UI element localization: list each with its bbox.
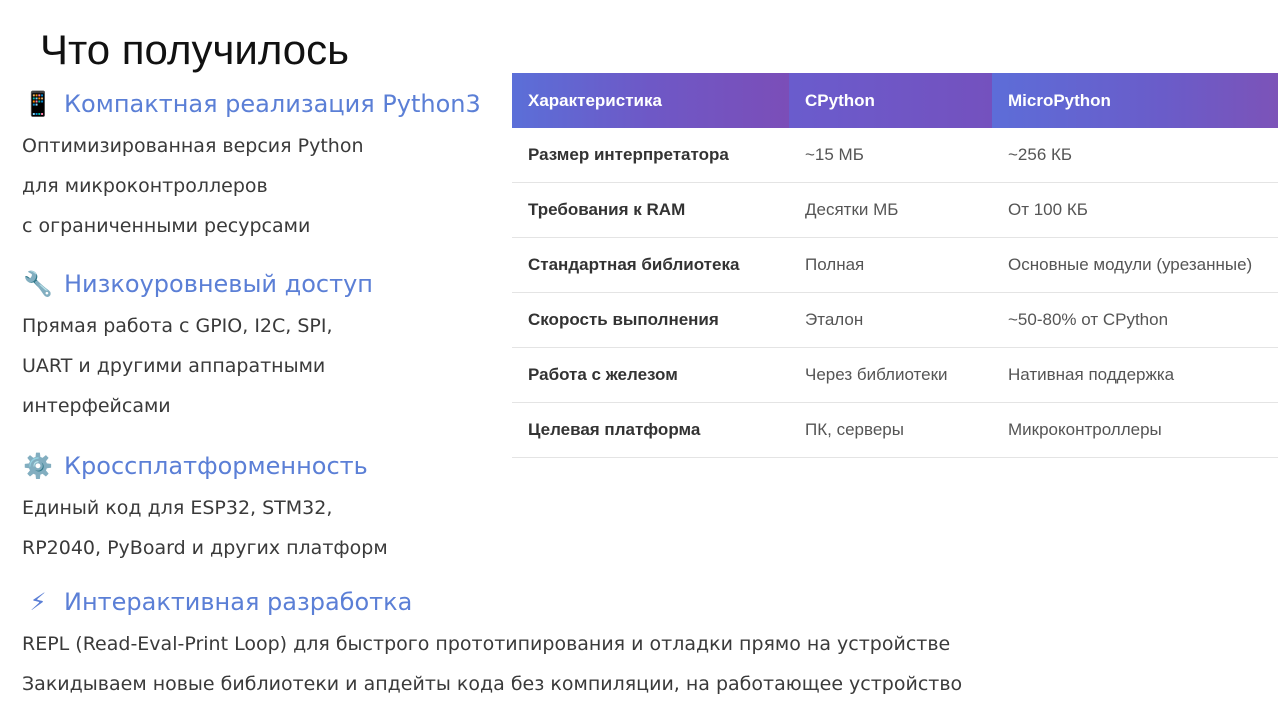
comparison-table: Характеристика CPython MicroPython Разме… bbox=[512, 73, 1278, 458]
table-cell: Стандартная библиотека bbox=[512, 237, 789, 293]
table-cell: ~50-80% от CPython bbox=[992, 292, 1278, 348]
section-low-level: 🔧 Низкоуровневый доступ Прямая работа с … bbox=[22, 270, 373, 426]
table-cell: ПК, серверы bbox=[789, 402, 992, 458]
table-row: Стандартная библиотека Полная Основные м… bbox=[512, 237, 1278, 293]
table-row: Целевая платформа ПК, серверы Микроконтр… bbox=[512, 402, 1278, 458]
table-cell: ~15 МБ bbox=[789, 128, 992, 183]
table-cell: Нативная поддержка bbox=[992, 347, 1278, 403]
mobile-phone-icon: 📱 bbox=[23, 90, 53, 118]
table-cell: От 100 КБ bbox=[992, 182, 1278, 238]
table-cell: Десятки МБ bbox=[789, 182, 992, 238]
section-text-line: с ограниченными ресурсами bbox=[22, 215, 311, 237]
section-text-line: Прямая работа с GPIO, I2C, SPI, bbox=[22, 315, 333, 337]
table-row: Работа с железом Через библиотеки Нативн… bbox=[512, 347, 1278, 403]
table-row: Требования к RAM Десятки МБ От 100 КБ bbox=[512, 182, 1278, 238]
column-header: MicroPython bbox=[992, 73, 1278, 128]
table-cell: Скорость выполнения bbox=[512, 292, 789, 348]
section-heading: Низкоуровневый доступ bbox=[64, 270, 373, 298]
table-cell: Работа с железом bbox=[512, 347, 789, 403]
section-interactive: ⚡ Интерактивная разработка REPL (Read-Ev… bbox=[22, 588, 962, 704]
section-text-line: Оптимизированная версия Python bbox=[22, 135, 364, 157]
section-heading: Кроссплатформенность bbox=[64, 452, 368, 480]
lightning-icon: ⚡ bbox=[29, 588, 47, 616]
table-row: Скорость выполнения Эталон ~50-80% от CP… bbox=[512, 292, 1278, 348]
table-cell: Размер интерпретатора bbox=[512, 128, 789, 183]
gear-icon: ⚙️ bbox=[23, 452, 53, 480]
table-row: Размер интерпретатора ~15 МБ ~256 КБ bbox=[512, 128, 1278, 183]
section-text-line: интерфейсами bbox=[22, 395, 171, 417]
section-heading: Интерактивная разработка bbox=[64, 588, 413, 616]
table-cell: Эталон bbox=[789, 292, 992, 348]
table-cell: Через библиотеки bbox=[789, 347, 992, 403]
table-cell: Целевая платформа bbox=[512, 402, 789, 458]
table-header-row: Характеристика CPython MicroPython bbox=[512, 73, 1278, 128]
section-compact: 📱 Компактная реализация Python3 Оптимизи… bbox=[22, 90, 481, 246]
section-text-line: RP2040, PyBoard и других платформ bbox=[22, 537, 388, 559]
section-heading: Компактная реализация Python3 bbox=[64, 90, 481, 118]
section-text-line: UART и другими аппаратными bbox=[22, 355, 326, 377]
section-text-line: для микроконтроллеров bbox=[22, 175, 268, 197]
section-text-line: Закидываем новые библиотеки и апдейты ко… bbox=[22, 673, 963, 695]
table-cell: Микроконтроллеры bbox=[992, 402, 1278, 458]
wrench-icon: 🔧 bbox=[23, 270, 53, 298]
section-text-line: Единый код для ESP32, STM32, bbox=[22, 497, 333, 519]
table-cell: ~256 КБ bbox=[992, 128, 1278, 183]
section-crossplatform: ⚙️ Кроссплатформенность Единый код для E… bbox=[22, 452, 388, 568]
table-cell: Основные модули (урезанные) bbox=[992, 237, 1278, 293]
slide-title: Что получилось bbox=[40, 26, 350, 73]
column-header: Характеристика bbox=[512, 73, 789, 128]
table-cell: Полная bbox=[789, 237, 992, 293]
table-cell: Требования к RAM bbox=[512, 182, 789, 238]
section-text-line: REPL (Read-Eval-Print Loop) для быстрого… bbox=[22, 633, 951, 655]
column-header: CPython bbox=[789, 73, 992, 128]
